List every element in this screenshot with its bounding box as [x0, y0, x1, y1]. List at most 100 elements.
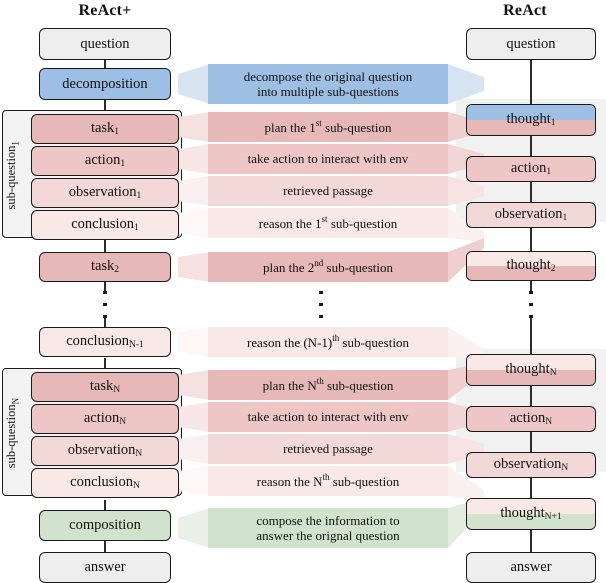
node-right-observation-1[interactable]: observation1 [466, 202, 596, 228]
annotation-text: reason the 1 [258, 216, 322, 232]
node-left-action-n[interactable]: actionN [31, 404, 179, 434]
annotation-text: take action to interact with env [247, 409, 409, 425]
node-subscript: 1 [562, 212, 568, 223]
node-subscript: 1 [136, 190, 142, 201]
annotation-line-2: answer the orignal question [256, 528, 400, 543]
annotation-text: reason the (N-1) [247, 335, 333, 351]
node-subscript: 1 [546, 166, 552, 177]
node-left-answer[interactable]: answer [39, 552, 171, 583]
node-subscript: N [549, 367, 557, 378]
node-left-decomposition[interactable]: decomposition [39, 68, 171, 100]
column-title-react-plus: ReAct+ [78, 2, 132, 19]
node-right-thought-2[interactable]: thought2 [466, 251, 596, 281]
node-label: thought [505, 360, 550, 377]
node-left-task-2[interactable]: task2 [39, 252, 171, 282]
flow-line [530, 318, 532, 354]
annotation-reason-nth: reason the Nth sub-question [208, 466, 448, 496]
node-right-answer[interactable]: answer [466, 552, 596, 583]
node-left-conclusion-n[interactable]: conclusionN [31, 468, 179, 498]
flow-line [530, 182, 532, 202]
flow-line [530, 386, 532, 406]
node-subscript: 2 [114, 264, 120, 275]
node-left-observation-1[interactable]: observation1 [31, 178, 179, 208]
node-label: conclusion [66, 332, 130, 349]
node-label: action [509, 409, 546, 426]
group-label-sub: N [10, 397, 21, 405]
node-right-action-n[interactable]: actionN [466, 406, 596, 432]
annotation-retrieved-n: retrieved passage [208, 434, 448, 464]
annotation-text: retrieved passage [283, 183, 373, 199]
node-left-task-1[interactable]: task1 [31, 114, 179, 144]
node-label: task [89, 377, 114, 394]
flow-line [530, 478, 532, 498]
wedge-conclusion1-left [178, 208, 210, 238]
node-label: observation [493, 455, 562, 472]
node-right-question[interactable]: question [466, 28, 596, 60]
node-right-thought-1[interactable]: thought1 [466, 104, 596, 136]
node-label: observation [494, 205, 563, 222]
node-subscript: N [132, 480, 140, 491]
wedge-decompose-left [178, 64, 210, 104]
node-right-observation-n[interactable]: observationN [466, 452, 596, 478]
annotation-text: reason the N [256, 474, 323, 490]
node-label: answer [84, 559, 126, 576]
wedge-reason-n-left [178, 466, 210, 496]
node-label: thought [506, 110, 551, 127]
annotation-line-2: into multiple sub-questions [257, 84, 399, 99]
annotation-plan-2nd: plan the 2nd sub-question [208, 252, 448, 282]
annotation-text-post: sub-question [321, 120, 392, 136]
node-label: question [80, 35, 130, 52]
node-right-thought-n-plus-1[interactable]: thoughtN+1 [466, 498, 596, 530]
annotation-text-post: sub-question [327, 216, 398, 232]
node-left-observation-n[interactable]: observationN [31, 436, 179, 466]
annotation-text: retrieved passage [283, 441, 373, 457]
node-label: answer [510, 559, 552, 576]
annotation-decompose: decompose the original question into mul… [208, 64, 448, 104]
group-label-sub-question-1: sub-question1 [4, 140, 21, 210]
diagram-canvas: ReAct+ ReAct sub-question1 sub-questionN… [0, 0, 606, 583]
node-label: observation [68, 183, 137, 200]
node-left-conclusion-n-1[interactable]: conclusionN-1 [39, 327, 171, 357]
node-subscript: 1 [120, 158, 126, 169]
vertical-ellipsis-icon-right [529, 291, 533, 318]
node-subscript: N [561, 462, 569, 473]
annotation-compose: compose the information to answer the or… [208, 508, 448, 548]
annotation-text: plan the 2 [263, 260, 315, 276]
node-label: action [83, 409, 120, 426]
wedge-plan1-left [178, 112, 210, 142]
node-label: question [506, 35, 556, 52]
annotation-reason-n-1th: reason the (N-1)th sub-question [208, 327, 448, 357]
annotation-reason-1st: reason the 1st sub-question [208, 208, 448, 238]
annotation-text: take action to interact with env [247, 151, 409, 167]
node-left-task-n[interactable]: taskN [31, 372, 179, 402]
node-left-conclusion-1[interactable]: conclusion1 [31, 210, 179, 240]
flow-line [530, 530, 532, 552]
flow-line [104, 281, 106, 291]
node-right-action-1[interactable]: action1 [466, 156, 596, 182]
group-label-sub-question-n: sub-questionN [4, 398, 21, 468]
annotation-text-post: sub-question [323, 260, 393, 276]
column-title-react: ReAct [503, 2, 547, 19]
flow-line [104, 238, 106, 252]
node-left-composition[interactable]: composition [39, 510, 171, 541]
node-right-thought-n[interactable]: thoughtN [466, 354, 596, 386]
annotation-line-1: compose the information to [256, 512, 400, 528]
node-left-action-1[interactable]: action1 [31, 146, 179, 176]
flow-line [104, 500, 106, 510]
wedge-action-n-left [178, 402, 210, 432]
node-subscript: 1 [550, 117, 556, 128]
annotation-text-post: sub-question [323, 378, 394, 394]
node-label: task [90, 257, 115, 274]
wedge-plan-n-left [178, 370, 210, 400]
node-label: decomposition [62, 75, 148, 92]
node-left-question[interactable]: question [39, 28, 171, 60]
node-subscript: 1 [134, 222, 139, 233]
node-label: thought [506, 256, 551, 273]
node-label: thought [500, 504, 545, 521]
annotation-take-action-1: take action to interact with env [208, 144, 448, 174]
node-subscript: N [135, 448, 143, 459]
wedge-reason-n-1-left [178, 327, 210, 357]
group-label-text: sub-question [3, 404, 18, 469]
wedge-compose-left [178, 508, 210, 548]
group-label-sub: 1 [10, 141, 21, 146]
